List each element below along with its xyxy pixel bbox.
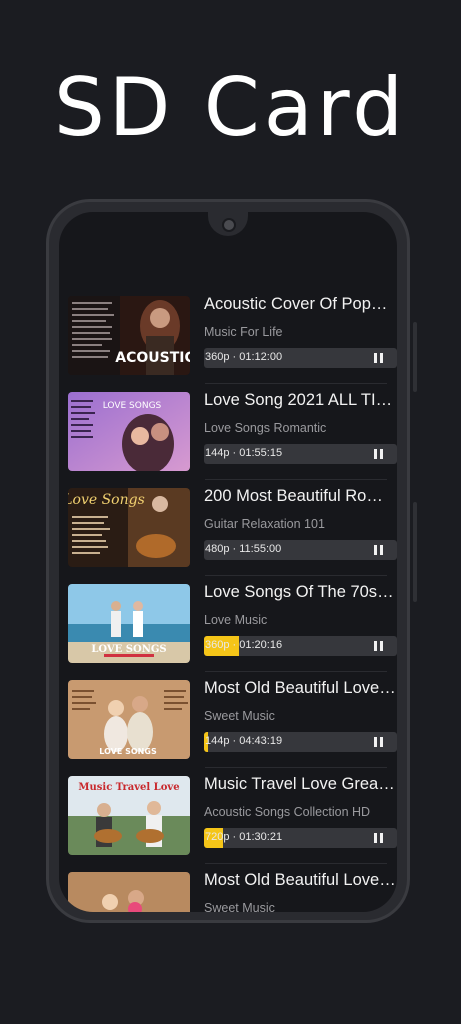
pause-icon[interactable]	[374, 833, 383, 843]
video-item[interactable]: LOVE SONGS Love Songs Of The 70s, 80s, 9…	[59, 576, 397, 672]
phone-frame: ACOUSTIC Acoustic Cover Of Popular Songs…	[46, 199, 417, 923]
video-channel: Guitar Relaxation 101	[204, 517, 325, 531]
video-channel: Music For Life	[204, 325, 283, 339]
video-list: ACOUSTIC Acoustic Cover Of Popular Songs…	[59, 288, 397, 912]
pause-icon[interactable]	[374, 641, 383, 651]
pause-icon[interactable]	[374, 737, 383, 747]
thumbnail-text: LOVE SONGS	[103, 401, 162, 411]
video-meta: 720p · 01:30:21	[205, 831, 283, 843]
video-title[interactable]: Music Travel Love Greatest Hits	[204, 775, 396, 794]
video-channel: Love Music	[204, 613, 268, 627]
power-button	[413, 502, 417, 602]
progress-bar[interactable]: 480p · 11:55:00	[204, 540, 397, 560]
scroll-indicator[interactable]	[128, 902, 142, 912]
video-item[interactable]: LOVE SONGS Most Old Beautiful Love Songs…	[59, 672, 397, 768]
video-title[interactable]: 200 Most Beautiful Romantic Songs	[204, 487, 396, 506]
video-meta: 144p · 01:55:15	[205, 447, 283, 459]
thumbnail-text: LOVE SONGS	[99, 747, 157, 756]
video-item[interactable]: LOVE SONGS Love Song 2021 ALL TIME Love …	[59, 384, 397, 480]
video-meta: 360p · 01:12:00	[205, 351, 283, 363]
video-item[interactable]: Love Songs 200 Most Beautiful Romantic S…	[59, 480, 397, 576]
pause-icon[interactable]	[374, 545, 383, 555]
video-thumbnail[interactable]: ACOUSTIC	[68, 296, 190, 375]
progress-bar[interactable]: 144p · 01:55:15	[204, 444, 397, 464]
video-thumbnail[interactable]: LOVE SONGS	[68, 680, 190, 759]
thumbnail-text: ACOUSTIC	[115, 350, 190, 366]
video-thumbnail[interactable]: LOVE SONGS	[68, 584, 190, 663]
video-title[interactable]: Love Song 2021 ALL TIME	[204, 391, 396, 410]
video-channel: Sweet Music	[204, 709, 275, 723]
thumbnail-text: Love Songs	[68, 492, 145, 508]
progress-bar[interactable]: 144p · 04:43:19	[204, 732, 397, 752]
progress-bar[interactable]: 360p · 01:20:16	[204, 636, 397, 656]
video-title[interactable]: Acoustic Cover Of Popular Songs	[204, 295, 396, 314]
video-title[interactable]: Love Songs Of The 70s, 80s, 90s	[204, 583, 396, 602]
video-meta: 360p · 01:20:16	[205, 639, 283, 651]
video-item[interactable]: Music Travel Love Music Travel Love Grea…	[59, 768, 397, 864]
video-thumbnail[interactable]: Music Travel Love	[68, 776, 190, 855]
video-item[interactable]: ACOUSTIC Acoustic Cover Of Popular Songs…	[59, 288, 397, 384]
video-meta: 144p · 04:43:19	[205, 735, 283, 747]
pause-icon[interactable]	[374, 449, 383, 459]
page-title: SD Card	[54, 61, 407, 154]
video-title[interactable]: Most Old Beautiful Love Songs	[204, 871, 396, 890]
video-item[interactable]: Most Old Beautiful Love Songs Sweet Musi…	[59, 864, 397, 912]
video-channel: Sweet Music	[204, 901, 275, 912]
progress-bar[interactable]: 720p · 01:30:21	[204, 828, 397, 848]
progress-bar[interactable]: 360p · 01:12:00	[204, 348, 397, 368]
volume-button	[413, 322, 417, 392]
thumbnail-text: LOVE SONGS	[91, 644, 166, 655]
video-title[interactable]: Most Old Beautiful Love Songs	[204, 679, 396, 698]
thumbnail-text: Music Travel Love	[78, 782, 179, 793]
video-thumbnail[interactable]: LOVE SONGS	[68, 392, 190, 471]
video-thumbnail[interactable]: Love Songs	[68, 488, 190, 567]
camera-icon	[222, 218, 236, 232]
video-channel: Acoustic Songs Collection HD	[204, 805, 371, 819]
video-channel: Love Songs Romantic	[204, 421, 327, 435]
phone-screen: ACOUSTIC Acoustic Cover Of Popular Songs…	[59, 212, 397, 912]
video-meta: 480p · 11:55:00	[205, 543, 282, 555]
pause-icon[interactable]	[374, 353, 383, 363]
